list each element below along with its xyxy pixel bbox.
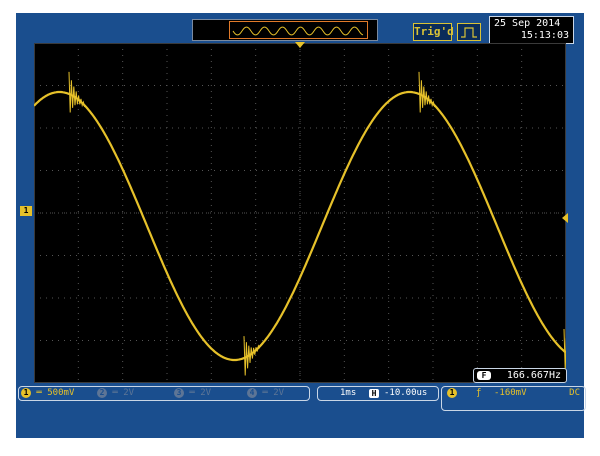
trigger-position-marker <box>295 42 305 48</box>
horizontal-position-icon: H <box>369 389 379 398</box>
channel-1-setting[interactable]: 1 ═ 500mV <box>21 387 74 400</box>
channel-4-scale: 2V <box>273 388 285 398</box>
trigger-level-marker[interactable] <box>562 213 568 223</box>
timebase-scale: 1ms <box>340 388 357 398</box>
frequency-value: 166.667Hz <box>506 370 561 381</box>
frequency-readout: F 166.667Hz <box>473 368 567 383</box>
channel-2-badge: 2 <box>97 387 107 398</box>
channel-3-coupling: ═ <box>189 388 195 398</box>
channel-1-ground-marker[interactable]: 1 <box>20 206 32 216</box>
channel-3-scale: 2V <box>200 388 212 398</box>
channel-4-coupling: ═ <box>262 388 268 398</box>
time-text: 15:13:03 <box>520 30 569 41</box>
pulse-icon <box>457 23 481 41</box>
channel-3-badge: 3 <box>174 387 184 398</box>
channel-settings-bar[interactable]: 1 ═ 500mV 2 ═ 2V 3 ═ 2V 4 ═ 2V <box>18 386 310 401</box>
waveform-ringing <box>243 336 261 376</box>
channel-1-badge: 1 <box>21 387 31 398</box>
waveform-ringing <box>68 71 86 113</box>
timebase-bar[interactable]: 1ms H -10.00us <box>317 386 439 401</box>
trigger-coupling: DC <box>569 388 580 398</box>
trigger-level: -160mV <box>494 388 527 398</box>
channel-1-coupling: ═ <box>36 388 42 398</box>
frequency-icon: F <box>477 371 491 380</box>
channel-4-setting[interactable]: 4 ═ 2V <box>247 387 284 400</box>
channel-3-setting[interactable]: 3 ═ 2V <box>174 387 211 400</box>
waveform-graticule <box>34 43 566 383</box>
channel-4-badge: 4 <box>247 387 257 398</box>
memory-view-window[interactable] <box>229 21 368 39</box>
trigger-source-badge: 1 <box>447 388 457 398</box>
channel-1-scale: 500mV <box>47 388 75 398</box>
date-text: 25 Sep 2014 <box>494 18 561 29</box>
date-time-display: 25 Sep 2014 15:13:03 <box>489 16 574 44</box>
channel-2-scale: 2V <box>123 388 135 398</box>
graticule-grid <box>34 43 566 383</box>
horizontal-position-value: -10.00us <box>384 388 428 398</box>
waveform-ringing <box>418 71 436 113</box>
channel-2-setting[interactable]: 2 ═ 2V <box>97 387 134 400</box>
rising-edge-icon: ƒ <box>476 388 482 398</box>
trigger-settings-bar[interactable]: 1 ƒ -160mV DC <box>441 386 586 411</box>
channel-2-coupling: ═ <box>112 388 118 398</box>
trigger-status-badge: Trig'd <box>413 23 454 41</box>
oscilloscope-screen: Trig'd 25 Sep 2014 15:13:03 1 F 166.667H… <box>16 13 586 438</box>
